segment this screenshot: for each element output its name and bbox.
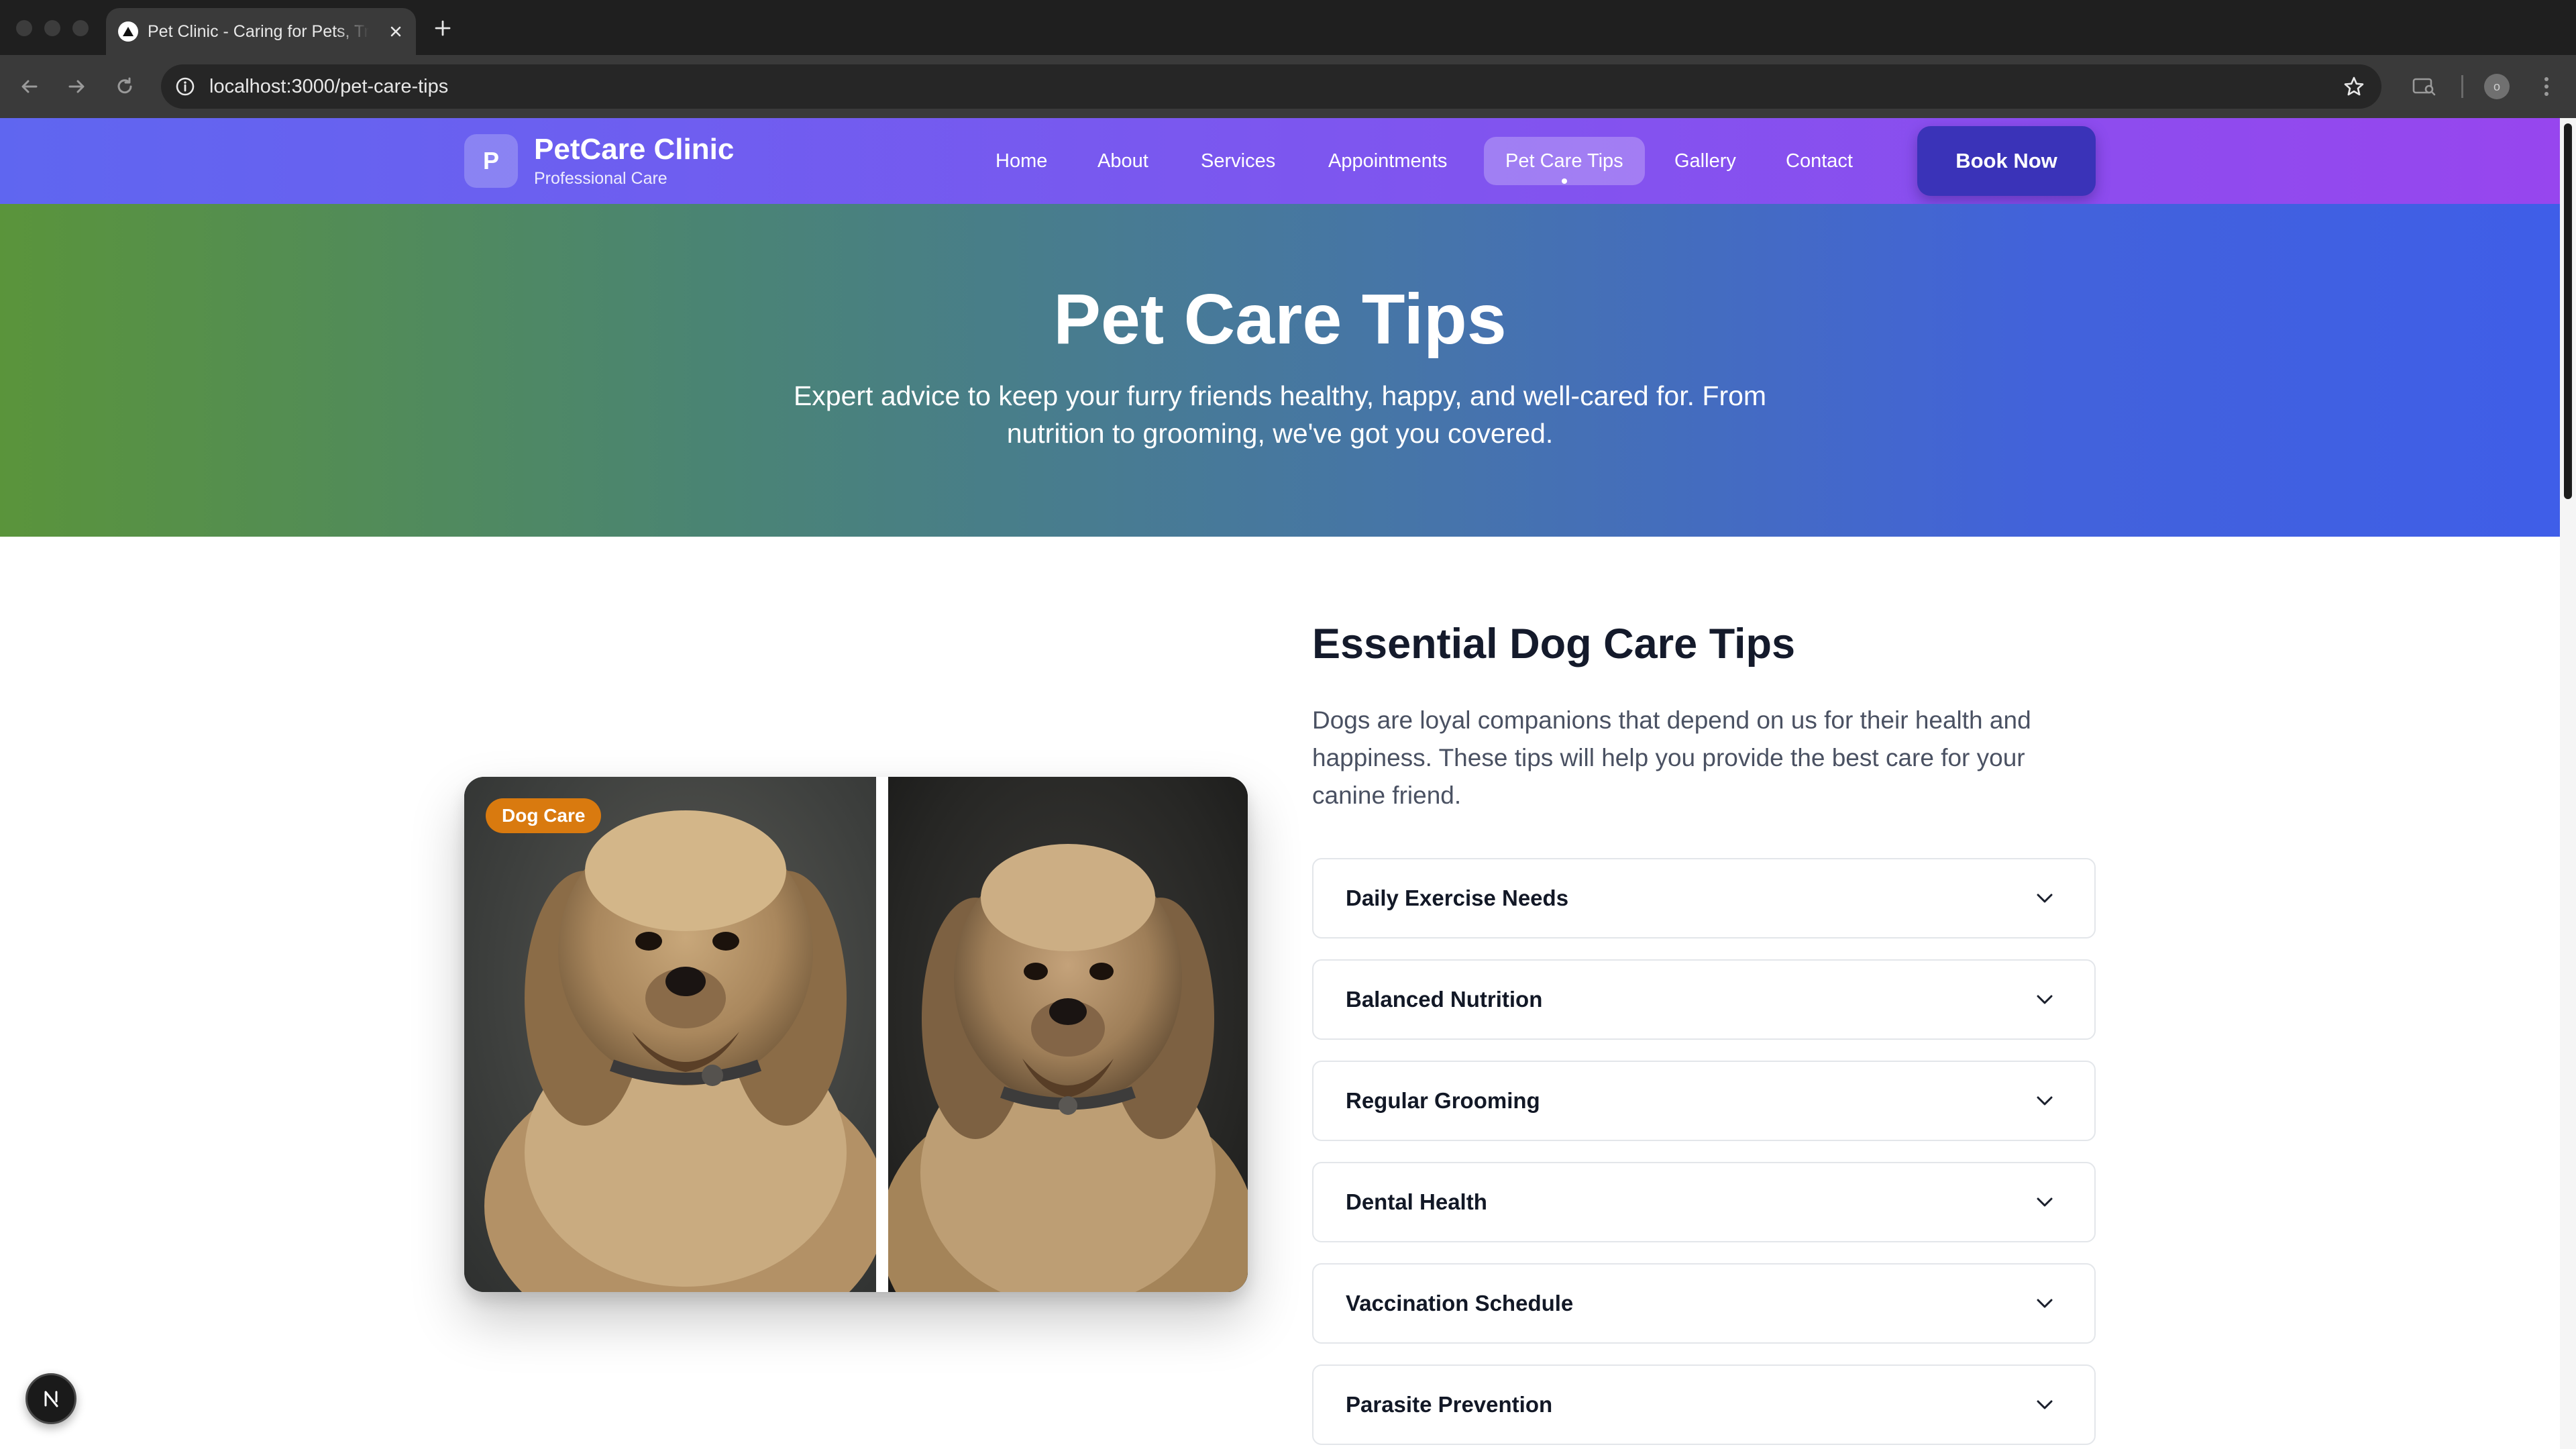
hero-title: Pet Care Tips	[1053, 280, 1507, 359]
tab-search-icon[interactable]	[2410, 72, 2439, 101]
nav-pet-care-tips-label: Pet Care Tips	[1505, 150, 1623, 172]
dog-illustration	[484, 810, 876, 1292]
nav-services[interactable]: Services	[1179, 137, 1297, 185]
address-bar[interactable]: localhost:3000/pet-care-tips	[161, 64, 2381, 109]
dog-care-image-card: Dog Care	[464, 777, 1248, 1292]
accordion-label: Dental Health	[1346, 1189, 1487, 1214]
accordion-vaccination-schedule[interactable]: Vaccination Schedule	[1312, 1263, 2096, 1344]
forward-arrow-icon[interactable]	[62, 72, 91, 101]
dog-photo-left	[464, 777, 876, 1292]
chevron-down-icon	[2037, 995, 2053, 1004]
accordion-label: Daily Exercise Needs	[1346, 885, 1569, 910]
more-menu-icon[interactable]	[2532, 72, 2561, 101]
nextjs-icon[interactable]	[25, 1373, 76, 1424]
chevron-down-icon	[2037, 1299, 2053, 1308]
chevron-down-icon	[2037, 1400, 2053, 1409]
back-arrow-icon[interactable]	[15, 72, 44, 101]
url-text[interactable]: localhost:3000/pet-care-tips	[209, 64, 448, 109]
hero-subtitle: Expert advice to keep your furry friends…	[793, 380, 1767, 449]
window-maximize-control[interactable]	[72, 20, 89, 36]
nav-about[interactable]: About	[1076, 137, 1170, 185]
tab-title: Pet Clinic - Caring for Pets, Treating w…	[148, 22, 369, 41]
accordion-regular-grooming[interactable]: Regular Grooming	[1312, 1061, 2096, 1141]
active-indicator	[1561, 178, 1567, 184]
info-icon[interactable]	[173, 74, 197, 99]
brand-logo[interactable]: P	[464, 134, 518, 188]
chevron-down-icon	[2037, 1096, 2053, 1106]
accordion-label: Vaccination Schedule	[1346, 1291, 1574, 1316]
profile-avatar[interactable]: o	[2484, 74, 2510, 99]
nav-contact[interactable]: Contact	[1764, 137, 1874, 185]
section-description: Dogs are loyal companions that depend on…	[1312, 706, 2031, 809]
star-icon[interactable]	[2341, 74, 2367, 99]
nav-home[interactable]: Home	[974, 137, 1069, 185]
browser-tab[interactable]: Pet Clinic - Caring for Pets, Treating w…	[106, 8, 416, 55]
dog-illustration-2	[888, 844, 1248, 1292]
favicon-icon	[118, 21, 138, 42]
section-title: Essential Dog Care Tips	[1312, 621, 1796, 667]
dog-care-badge: Dog Care	[486, 798, 602, 833]
nav-appointments[interactable]: Appointments	[1307, 137, 1468, 185]
site-header: P PetCare Clinic Professional Care Home …	[0, 118, 2560, 204]
page-scrollbar[interactable]	[2560, 118, 2576, 1449]
accordion-label: Balanced Nutrition	[1346, 987, 1543, 1012]
page-viewport: P PetCare Clinic Professional Care Home …	[0, 118, 2560, 1449]
chevron-down-icon	[2037, 1197, 2053, 1207]
accordion-daily-exercise[interactable]: Daily Exercise Needs	[1312, 858, 2096, 938]
chevron-down-icon	[2037, 894, 2053, 903]
brand-name[interactable]: PetCare Clinic	[534, 133, 734, 166]
accordion-label: Parasite Prevention	[1346, 1392, 1553, 1417]
hero-banner: Pet Care Tips Expert advice to keep your…	[0, 204, 2560, 537]
browser-tab-bar: Pet Clinic - Caring for Pets, Treating w…	[0, 0, 2576, 55]
nav-gallery[interactable]: Gallery	[1653, 137, 1758, 185]
brand-tagline: Professional Care	[534, 169, 667, 188]
nav-pet-care-tips[interactable]: Pet Care Tips	[1484, 137, 1645, 185]
dog-photo-right	[888, 777, 1248, 1292]
close-tab-icon[interactable]	[385, 21, 407, 42]
browser-toolbar: localhost:3000/pet-care-tips o	[0, 55, 2576, 118]
toolbar-divider	[2461, 75, 2463, 98]
window-close-control[interactable]	[16, 20, 32, 36]
accordion-balanced-nutrition[interactable]: Balanced Nutrition	[1312, 959, 2096, 1040]
accordion-label: Regular Grooming	[1346, 1088, 1540, 1113]
new-tab-icon[interactable]	[429, 15, 456, 42]
reload-icon[interactable]	[110, 72, 140, 101]
accordion-dental-health[interactable]: Dental Health	[1312, 1162, 2096, 1242]
window-minimize-control[interactable]	[44, 20, 60, 36]
book-now-button[interactable]: Book Now	[1917, 126, 2096, 196]
scrollbar-thumb[interactable]	[2564, 123, 2572, 499]
accordion-parasite-prevention[interactable]: Parasite Prevention	[1312, 1364, 2096, 1445]
photo-divider	[876, 777, 888, 1292]
